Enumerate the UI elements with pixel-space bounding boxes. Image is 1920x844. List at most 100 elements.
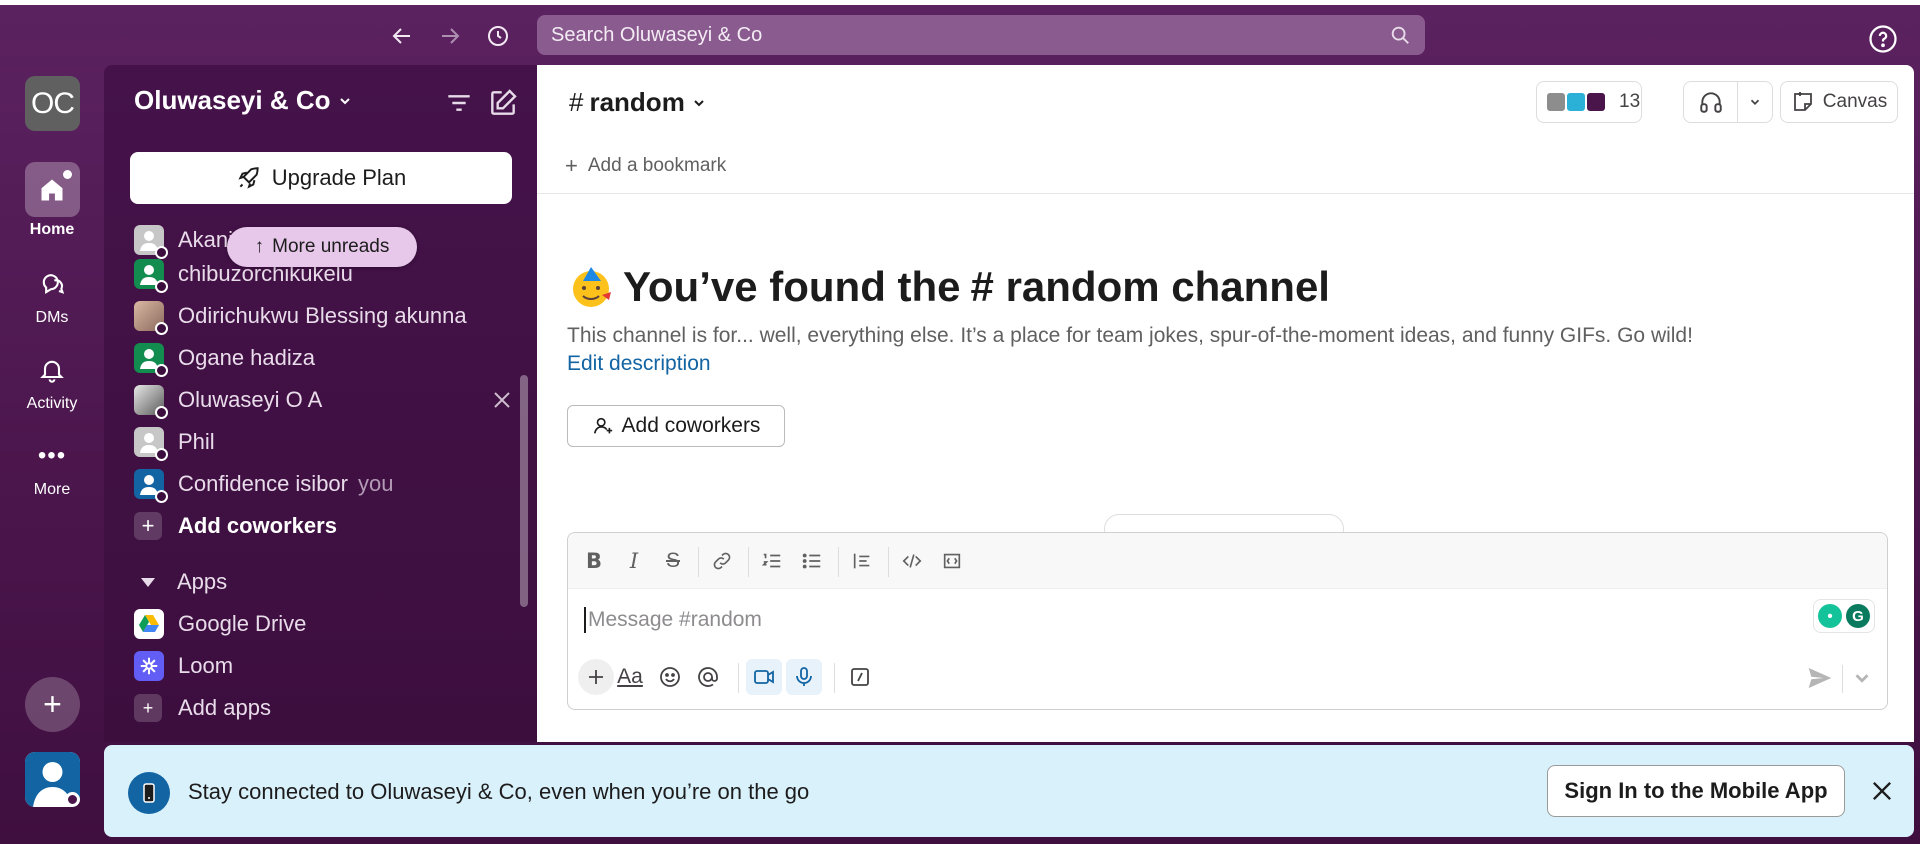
dm-item[interactable]: Oluwaseyi O A xyxy=(134,379,514,421)
help-icon[interactable] xyxy=(1868,24,1898,54)
chevron-down-icon[interactable] xyxy=(1738,95,1772,109)
plus-icon: + xyxy=(134,694,162,722)
add-bookmark-button[interactable]: + Add a bookmark xyxy=(565,153,726,179)
huddle-button[interactable] xyxy=(1683,81,1773,123)
add-workspace-button[interactable]: + xyxy=(25,677,80,732)
workspace-name: Oluwaseyi & Co xyxy=(134,85,331,115)
avatar xyxy=(134,343,168,377)
welcome-channel: # random channel xyxy=(970,263,1330,310)
workspace-name-button[interactable]: Oluwaseyi & Co xyxy=(134,85,353,116)
add-coworkers-button[interactable]: Add coworkers xyxy=(567,405,785,447)
sidebar-add-coworkers[interactable]: + Add coworkers xyxy=(134,505,514,547)
dm-item[interactable]: Phil xyxy=(134,421,514,463)
apps-section-header[interactable]: Apps xyxy=(134,561,514,603)
caret-down-icon xyxy=(141,577,155,587)
history-clock-icon[interactable] xyxy=(481,19,515,53)
strikethrough-icon[interactable]: S xyxy=(659,547,687,575)
message-input[interactable]: Message #random xyxy=(584,607,762,633)
phone-icon xyxy=(128,772,170,814)
code-icon[interactable] xyxy=(898,547,926,575)
header-divider xyxy=(537,193,1914,194)
welcome-prefix: You’ve found the xyxy=(623,263,961,310)
edit-description-link[interactable]: Edit description xyxy=(567,352,711,376)
dm-name: Oluwaseyi O A xyxy=(178,387,323,412)
bulleted-list-icon[interactable] xyxy=(798,547,826,575)
more-unreads-pill[interactable]: ↑ More unreads xyxy=(227,227,417,267)
channel-sidebar: Oluwaseyi & Co Upgrade Plan Akani chibuz… xyxy=(104,65,537,742)
video-clip-icon[interactable] xyxy=(746,659,782,695)
dm-item[interactable]: Ogane hadiza xyxy=(134,337,514,379)
rail-item-activity[interactable]: Activity xyxy=(0,352,104,413)
rail-label-more: More xyxy=(33,481,71,498)
avatar xyxy=(134,427,168,461)
slash-command-icon[interactable] xyxy=(842,659,878,695)
text-format-button[interactable]: Aa xyxy=(612,659,648,695)
dm-name: Akani xyxy=(178,227,234,252)
you-tag: you xyxy=(357,471,394,496)
forward-arrow-icon[interactable] xyxy=(433,19,467,53)
add-coworkers-label: Add coworkers xyxy=(178,513,337,538)
add-apps-item[interactable]: + Add apps xyxy=(134,687,514,729)
workspace-avatar[interactable]: OC xyxy=(25,76,80,131)
members-button[interactable]: 13 xyxy=(1536,81,1642,123)
code-block-icon[interactable] xyxy=(938,547,966,575)
chevron-down-icon xyxy=(694,99,704,106)
more-dots-icon: ••• xyxy=(37,441,67,469)
compose-icon[interactable] xyxy=(487,87,519,119)
search-bar[interactable]: Search Oluwaseyi & Co xyxy=(537,15,1425,55)
ordered-list-icon[interactable] xyxy=(758,547,786,575)
upgrade-plan-label: Upgrade Plan xyxy=(271,165,407,190)
avatar xyxy=(134,225,168,259)
channel-welcome-heading: You’ve found the # random channel xyxy=(569,263,1330,311)
member-count: 13 xyxy=(1619,91,1641,112)
link-icon[interactable] xyxy=(708,547,736,575)
more-unreads-label: More unreads xyxy=(272,236,390,257)
sidebar-scrollbar[interactable] xyxy=(520,375,528,607)
user-status-dot xyxy=(65,792,80,807)
close-icon[interactable] xyxy=(1868,777,1896,805)
rail-item-more[interactable]: ••• More xyxy=(0,438,104,499)
avatar xyxy=(134,301,168,335)
sign-in-mobile-button[interactable]: Sign In to the Mobile App xyxy=(1547,765,1845,817)
member-avatar xyxy=(1545,91,1567,113)
dm-item-self[interactable]: Confidence isibor you xyxy=(134,463,514,505)
upgrade-plan-button[interactable]: Upgrade Plan xyxy=(130,152,512,204)
blockquote-icon[interactable] xyxy=(848,547,876,575)
italic-icon[interactable]: I xyxy=(620,547,648,575)
chevron-down-icon[interactable] xyxy=(1851,667,1873,689)
add-coworkers-btn-label: Add coworkers xyxy=(621,414,761,437)
plus-icon: + xyxy=(134,512,162,540)
back-arrow-icon[interactable] xyxy=(385,19,419,53)
chevron-down-icon xyxy=(339,97,350,104)
canvas-button[interactable]: Canvas xyxy=(1780,81,1898,123)
avatar xyxy=(134,259,168,293)
home-icon xyxy=(24,162,80,217)
headphones-icon[interactable] xyxy=(1684,82,1738,122)
microphone-icon[interactable] xyxy=(786,659,822,695)
dm-name: Confidence isibor xyxy=(178,471,348,496)
app-item-google-drive[interactable]: Google Drive xyxy=(134,603,514,645)
dm-item[interactable]: Odirichukwu Blessing akunna xyxy=(134,295,514,337)
app-item-loom[interactable]: Loom xyxy=(134,645,514,687)
canvas-icon xyxy=(1793,92,1812,111)
rail-item-dms[interactable]: DMs xyxy=(0,266,104,327)
formatting-toolbar: B I S xyxy=(568,533,1887,589)
mention-icon[interactable] xyxy=(690,659,726,695)
grammarly-widget[interactable]: • G xyxy=(1813,599,1875,633)
unread-dot xyxy=(62,170,72,179)
emoji-icon[interactable] xyxy=(652,659,688,695)
add-person-icon xyxy=(593,417,612,434)
app-name: Google Drive xyxy=(178,611,307,636)
search-icon xyxy=(1391,26,1409,44)
close-icon[interactable] xyxy=(490,388,514,412)
add-apps-label: Add apps xyxy=(178,695,271,720)
channel-title-button[interactable]: # random xyxy=(569,87,707,118)
rail-item-home[interactable]: Home xyxy=(0,162,104,239)
partying-face-icon xyxy=(573,267,611,307)
bold-icon[interactable]: B xyxy=(580,547,608,575)
rail-label-activity: Activity xyxy=(26,395,78,412)
attach-plus-button[interactable] xyxy=(578,659,614,695)
filter-icon[interactable] xyxy=(443,87,475,119)
send-icon[interactable] xyxy=(1805,663,1835,693)
search-placeholder: Search Oluwaseyi & Co xyxy=(551,23,763,46)
